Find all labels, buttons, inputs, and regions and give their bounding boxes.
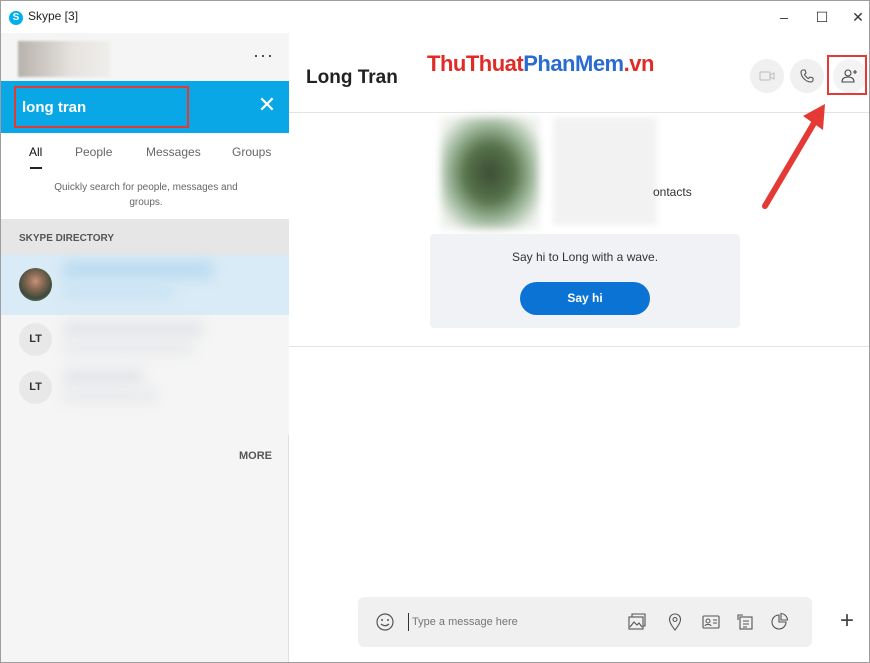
conversation-title: Long Tran bbox=[306, 67, 398, 88]
section-header: SKYPE DIRECTORY bbox=[1, 219, 289, 255]
message-composer bbox=[358, 597, 812, 647]
list-item[interactable]: LT bbox=[1, 315, 289, 363]
location-icon[interactable] bbox=[664, 611, 686, 633]
divider bbox=[289, 346, 869, 347]
annotation-arrow bbox=[762, 104, 825, 209]
contact-profile-card: ontacts bbox=[429, 117, 692, 229]
video-camera-icon bbox=[759, 71, 775, 81]
search-hint-area: Quickly search for people, messages and … bbox=[1, 173, 289, 219]
more-options-icon[interactable]: ··· bbox=[253, 45, 274, 66]
sidebar: ··· ✕ All People Messages Groups Quickly… bbox=[1, 33, 289, 662]
list-item[interactable]: LT bbox=[1, 363, 289, 411]
contact-detail-blurred bbox=[63, 341, 193, 355]
tab-groups[interactable]: Groups bbox=[232, 145, 271, 159]
contact-name-blurred bbox=[63, 261, 213, 279]
contact-photo bbox=[441, 117, 539, 229]
wave-prompt: Say hi to Long with a wave. Say hi bbox=[430, 234, 740, 328]
contact-detail-blurred bbox=[63, 389, 158, 403]
tab-people[interactable]: People bbox=[75, 145, 112, 159]
profile-row[interactable]: ··· bbox=[1, 33, 289, 81]
tab-messages[interactable]: Messages bbox=[146, 145, 201, 159]
avatar: LT bbox=[19, 371, 52, 404]
profile-avatar[interactable] bbox=[18, 41, 110, 77]
contact-detail-blurred bbox=[63, 285, 173, 299]
skype-logo-icon: S bbox=[9, 11, 23, 25]
title-bar: S Skype [3] – ☐ ✕ bbox=[1, 1, 869, 33]
audio-call-button[interactable] bbox=[790, 59, 824, 93]
contact-name-blurred bbox=[63, 321, 203, 337]
search-input[interactable] bbox=[14, 86, 189, 128]
wave-prompt-text: Say hi to Long with a wave. bbox=[511, 250, 659, 264]
tab-all[interactable]: All bbox=[29, 145, 42, 159]
clear-search-icon[interactable]: ✕ bbox=[255, 93, 279, 117]
say-hi-button[interactable]: Say hi bbox=[520, 282, 650, 315]
image-icon[interactable] bbox=[626, 611, 648, 633]
emoji-icon[interactable] bbox=[374, 611, 396, 633]
avatar bbox=[19, 268, 52, 301]
search-bar: ✕ bbox=[1, 81, 289, 133]
filter-tabs: All People Messages Groups bbox=[1, 133, 289, 173]
active-tab-indicator bbox=[30, 167, 42, 169]
phone-icon bbox=[800, 69, 814, 83]
add-content-button[interactable]: + bbox=[834, 608, 860, 634]
skype-directory-heading: SKYPE DIRECTORY bbox=[19, 233, 115, 244]
search-hint: Quickly search for people, messages and … bbox=[54, 182, 238, 208]
contact-info-blurred bbox=[553, 117, 657, 225]
contact-card-icon[interactable] bbox=[700, 611, 722, 633]
highlight-box bbox=[827, 55, 867, 95]
contacts-label: ontacts bbox=[653, 185, 692, 199]
minimize-button[interactable]: – bbox=[767, 5, 801, 29]
list-item[interactable] bbox=[1, 255, 289, 315]
search-results: LT LT MORE bbox=[1, 255, 289, 462]
watermark: ThuThuatPhanMem.vn bbox=[427, 51, 654, 76]
more-results-link[interactable]: MORE bbox=[239, 450, 272, 462]
video-call-button[interactable] bbox=[750, 59, 784, 93]
window-title: Skype [3] bbox=[28, 9, 79, 23]
skype-window: S Skype [3] – ☐ ✕ ··· ✕ All People Messa… bbox=[0, 0, 870, 663]
schedule-call-icon[interactable] bbox=[734, 611, 756, 633]
message-input[interactable] bbox=[408, 613, 608, 631]
avatar: LT bbox=[19, 323, 52, 356]
maximize-button[interactable]: ☐ bbox=[805, 5, 839, 29]
poll-icon[interactable] bbox=[768, 611, 790, 633]
close-button[interactable]: ✕ bbox=[841, 5, 869, 29]
contact-name-blurred bbox=[63, 369, 143, 385]
